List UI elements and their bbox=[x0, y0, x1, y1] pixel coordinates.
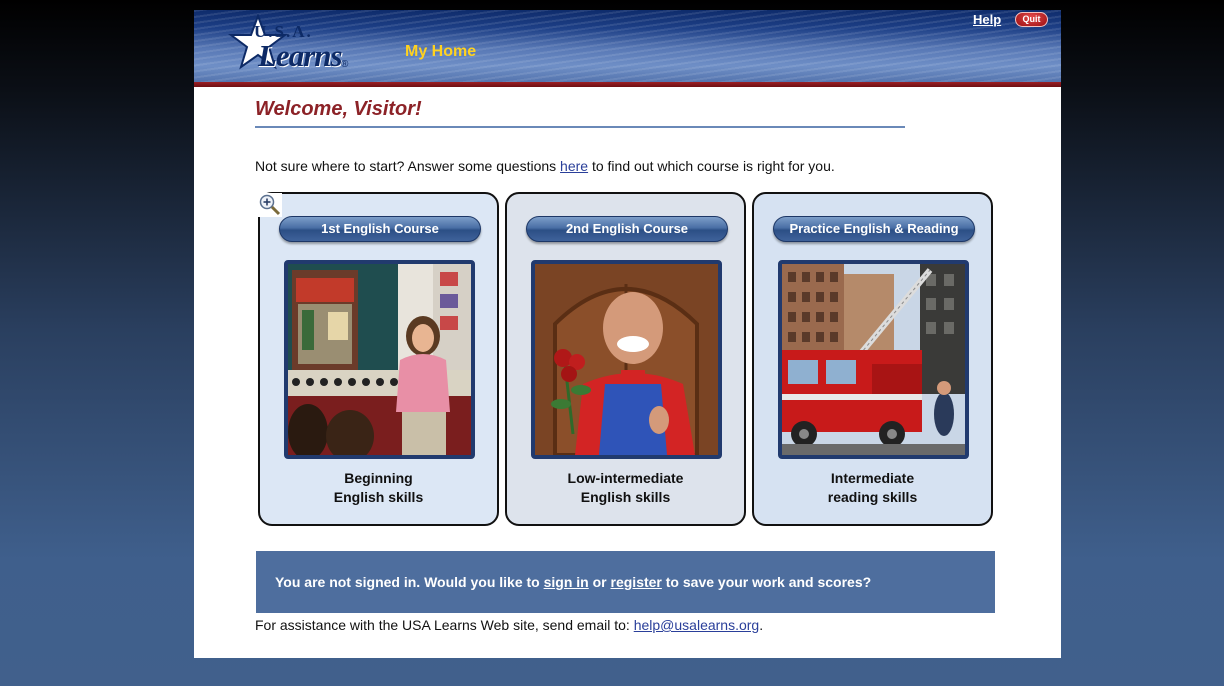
course-2-image[interactable] bbox=[531, 260, 722, 459]
man-with-roses-image bbox=[535, 264, 718, 455]
course-1-image[interactable] bbox=[284, 260, 475, 459]
course-3-caption-line2: reading skills bbox=[827, 489, 918, 505]
register-link[interactable]: register bbox=[611, 574, 662, 590]
course-2-caption: Low-intermediate English skills bbox=[507, 469, 744, 507]
zoom-in-icon[interactable] bbox=[258, 193, 282, 217]
fire-truck-image bbox=[782, 264, 965, 455]
course-2-caption-line2: English skills bbox=[580, 489, 671, 505]
signin-message-before: You are not signed in. Would you like to bbox=[275, 574, 544, 590]
second-english-course-button[interactable]: 2nd English Course bbox=[526, 216, 728, 242]
assistance-text-after: . bbox=[759, 617, 764, 633]
usa-learns-logo[interactable]: U.S.A. Learns ® bbox=[228, 14, 358, 76]
first-english-course-button[interactable]: 1st English Course bbox=[279, 216, 481, 242]
header-bar: U.S.A. Learns ® My Home Help Quit bbox=[194, 10, 1061, 82]
header-divider bbox=[194, 82, 1061, 87]
course-2-caption-line1: Low-intermediate bbox=[567, 470, 684, 486]
intro-text: Not sure where to start? Answer some que… bbox=[255, 158, 835, 174]
welcome-heading: Welcome, Visitor! bbox=[255, 98, 422, 120]
zoom-in-glyph bbox=[259, 194, 281, 216]
logo-learns-text: Learns bbox=[258, 38, 343, 73]
section-title: My Home bbox=[405, 43, 477, 60]
quit-button[interactable]: Quit bbox=[1015, 12, 1048, 27]
help-link[interactable]: Help bbox=[973, 12, 1001, 27]
course-1-caption-line2: English skills bbox=[333, 489, 424, 505]
intro-text-before: Not sure where to start? Answer some que… bbox=[255, 158, 561, 174]
practice-english-reading-button[interactable]: Practice English & Reading bbox=[773, 216, 975, 242]
course-3-caption-line1: Intermediate bbox=[830, 470, 915, 486]
course-1-caption-line1: Beginning bbox=[344, 470, 413, 486]
signin-banner: You are not signed in. Would you like to… bbox=[256, 551, 995, 613]
sign-in-link[interactable]: sign in bbox=[544, 574, 589, 590]
teacher-classroom-image bbox=[288, 264, 471, 455]
intro-text-after: to find out which course is right for yo… bbox=[588, 158, 835, 174]
course-card-3[interactable]: Practice English & Reading Intermediate … bbox=[752, 192, 993, 526]
page: U.S.A. Learns ® My Home Help Quit Welcom… bbox=[194, 10, 1061, 658]
signin-message: You are not signed in. Would you like to… bbox=[275, 574, 871, 590]
here-link[interactable]: here bbox=[560, 158, 588, 174]
course-3-image[interactable] bbox=[778, 260, 969, 459]
signin-message-after: to save your work and scores? bbox=[661, 574, 872, 590]
course-3-caption: Intermediate reading skills bbox=[754, 469, 991, 507]
heading-rule bbox=[255, 126, 905, 128]
assistance-text-before: For assistance with the USA Learns Web s… bbox=[255, 617, 634, 633]
signin-message-middle: or bbox=[588, 574, 611, 590]
course-card-2[interactable]: 2nd English Course Low-intermediate Engl… bbox=[505, 192, 746, 526]
help-email-link[interactable]: help@usalearns.org bbox=[634, 617, 760, 633]
course-1-caption: Beginning English skills bbox=[260, 469, 497, 507]
course-card-1[interactable]: 1st English Course Beginning English ski… bbox=[258, 192, 499, 526]
logo-registered-mark: ® bbox=[341, 59, 349, 70]
assistance-text: For assistance with the USA Learns Web s… bbox=[255, 617, 763, 633]
